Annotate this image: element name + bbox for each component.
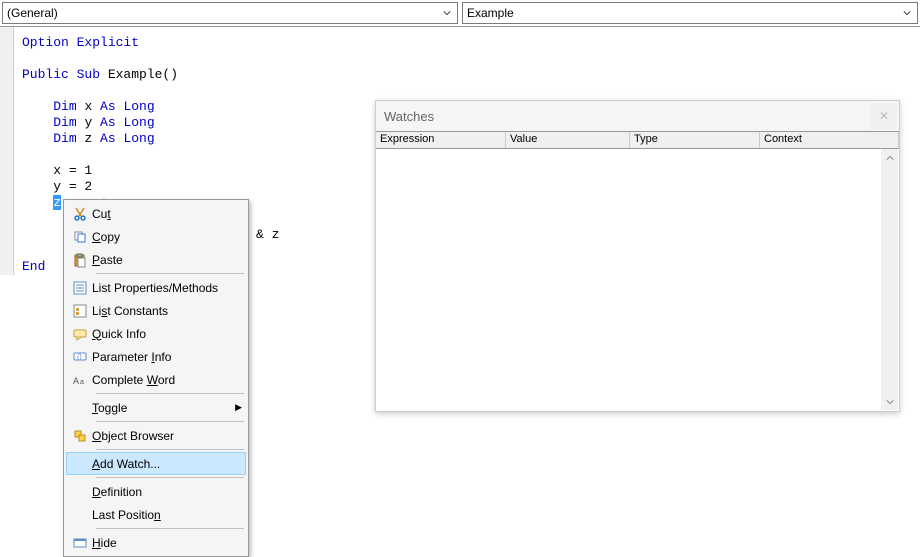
watches-window: Watches ✕ Expression Value Type Context (375, 100, 900, 412)
scroll-up-icon[interactable] (881, 149, 898, 166)
list-properties-icon (68, 277, 92, 299)
column-label: Context (764, 133, 802, 145)
parameter-info-icon: () (68, 346, 92, 368)
procedure-dropdown[interactable]: Example (462, 2, 918, 24)
menu-label: Object Browser (92, 429, 242, 443)
menu-label: List Constants (92, 304, 242, 318)
list-constants-icon (68, 300, 92, 322)
scroll-down-icon[interactable] (881, 393, 898, 410)
copy-icon (68, 226, 92, 248)
code-gutter (0, 27, 14, 275)
menu-label: Add Watch... (92, 457, 242, 471)
code-text: As Long (100, 99, 155, 114)
column-value[interactable]: Value (506, 132, 630, 148)
menu-quick-info[interactable]: Quick Info (66, 322, 246, 345)
object-browser-icon (68, 425, 92, 447)
code-text: Dim (53, 131, 84, 146)
menu-list-constants[interactable]: List Constants (66, 299, 246, 322)
chevron-down-icon (899, 3, 915, 23)
code-text: Option Explicit (22, 35, 139, 50)
cut-icon (68, 203, 92, 225)
menu-separator (96, 421, 244, 422)
menu-label: List Properties/Methods (92, 281, 242, 295)
quick-info-icon (68, 323, 92, 345)
code-text: As Long (100, 115, 155, 130)
code-text: & z (248, 227, 279, 242)
procedure-dropdown-value: Example (467, 6, 514, 20)
close-icon: ✕ (879, 109, 889, 123)
menu-separator (96, 477, 244, 478)
watches-columns-header: Expression Value Type Context (376, 131, 899, 149)
code-text: End (22, 259, 45, 274)
column-type[interactable]: Type (630, 132, 760, 148)
complete-word-icon: Aa (68, 369, 92, 391)
top-dropdown-bar: (General) Example (0, 0, 920, 27)
blank-icon (68, 453, 92, 475)
svg-text:a: a (80, 379, 84, 386)
code-text: y = 2 (53, 179, 92, 194)
menu-toggle[interactable]: Toggle ▶ (66, 396, 246, 419)
menu-label: Copy (92, 230, 242, 244)
column-label: Type (634, 133, 658, 145)
watches-title-bar[interactable]: Watches (376, 101, 899, 131)
column-label: Value (510, 133, 537, 145)
menu-list-properties[interactable]: List Properties/Methods (66, 276, 246, 299)
code-text: x = 1 (53, 163, 92, 178)
blank-icon (68, 481, 92, 503)
menu-label: Paste (92, 253, 242, 267)
code-text: As Long (100, 131, 155, 146)
menu-label: Hide (92, 536, 242, 550)
column-context[interactable]: Context (760, 132, 899, 148)
menu-definition[interactable]: Definition (66, 480, 246, 503)
menu-separator (96, 273, 244, 274)
submenu-arrow-icon: ▶ (235, 402, 242, 413)
paste-icon (68, 249, 92, 271)
menu-label: Parameter Info (92, 350, 242, 364)
menu-complete-word[interactable]: Aa Complete Word (66, 368, 246, 391)
menu-label: Last Position (92, 508, 242, 522)
menu-separator (96, 528, 244, 529)
menu-object-browser[interactable]: Object Browser (66, 424, 246, 447)
blank-icon (68, 397, 92, 419)
code-text: x (84, 99, 100, 114)
menu-separator (96, 449, 244, 450)
column-label: Expression (380, 133, 434, 145)
menu-label: Toggle (92, 401, 235, 415)
code-selection: z (53, 195, 61, 210)
menu-add-watch[interactable]: Add Watch... (66, 452, 246, 475)
hide-icon (68, 532, 92, 554)
chevron-down-icon (439, 3, 455, 23)
code-text: z (84, 131, 100, 146)
menu-paste[interactable]: Paste (66, 248, 246, 271)
watches-scrollbar[interactable] (881, 149, 898, 410)
object-dropdown[interactable]: (General) (2, 2, 458, 24)
code-text: Dim (53, 99, 84, 114)
code-text: Dim (53, 115, 84, 130)
blank-icon (68, 504, 92, 526)
column-expression[interactable]: Expression (376, 132, 506, 148)
watches-title-text: Watches (384, 109, 434, 124)
menu-hide[interactable]: Hide (66, 531, 246, 554)
object-dropdown-value: (General) (7, 6, 58, 20)
menu-label: Definition (92, 485, 242, 499)
code-text: y (84, 115, 100, 130)
menu-cut[interactable]: Cut (66, 202, 246, 225)
code-text: Public Sub (22, 67, 108, 82)
context-menu: Cut Copy Paste List Properties/Methods L… (63, 199, 249, 557)
menu-copy[interactable]: Copy (66, 225, 246, 248)
code-text: Example() (108, 67, 178, 82)
menu-parameter-info[interactable]: () Parameter Info (66, 345, 246, 368)
menu-label: Quick Info (92, 327, 242, 341)
svg-text:(): () (77, 354, 82, 361)
menu-separator (96, 393, 244, 394)
menu-label: Complete Word (92, 373, 242, 387)
close-button[interactable]: ✕ (871, 103, 897, 129)
menu-label: Cut (92, 207, 242, 221)
svg-text:A: A (73, 376, 79, 386)
menu-last-position[interactable]: Last Position (66, 503, 246, 526)
